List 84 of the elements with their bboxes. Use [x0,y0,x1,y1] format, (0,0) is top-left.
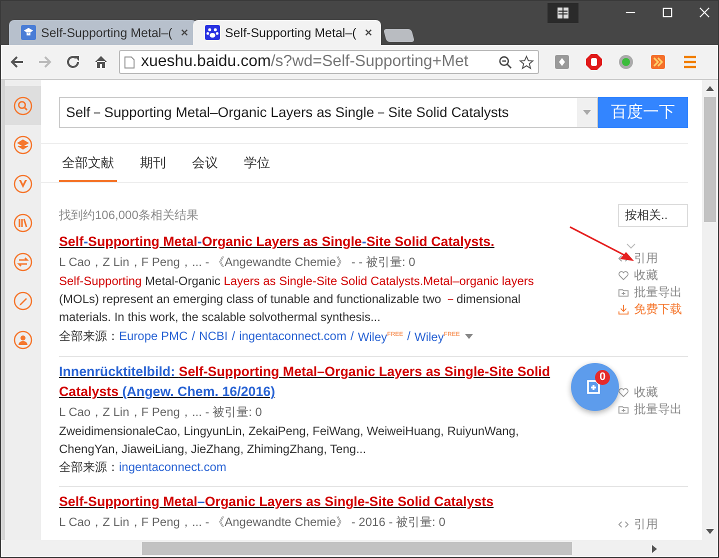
scroll-up-icon[interactable] [706,86,714,91]
download-icon [618,304,629,315]
folder-icon [618,404,629,415]
result-abstract: Self-Supporting Metal-Organic Layers as Single-Site Solid Catalysts.Metal–organic layers (MOLs) represent an emerging class of tunable and functionalizable two －dimensional materials. In this work, the scalable solvothermal synthesis... [59,273,535,326]
result-meta: L Cao，Z Lin，F Peng，... - 《Angewandte Chemie》 - - 被引量: 0 [59,254,416,271]
scroll-down-icon[interactable] [706,529,714,534]
source-link[interactable]: ingentaconnect.com [239,327,346,345]
horizontal-scrollbar[interactable] [1,540,718,557]
extension-icon[interactable] [553,53,571,71]
filter-tab[interactable]: 期刊 [137,154,169,182]
floating-add-button[interactable]: 0 [571,363,619,411]
status-dot-icon[interactable] [617,53,635,71]
count-badge: 0 [595,370,610,385]
close-icon[interactable] [364,28,373,37]
menu-icon[interactable] [681,53,699,71]
browser-tab[interactable]: Self-Supporting Metal–( [9,20,197,45]
extension-icon[interactable] [649,53,667,71]
books-icon [13,212,33,232]
source-separator: / [407,328,411,345]
pen-icon [13,290,33,310]
search-icon [13,96,33,116]
reload-icon[interactable] [65,54,81,70]
filter-tab[interactable]: 全部文献 [59,154,117,182]
sources-label: 全部来源： [59,459,119,476]
user-icon [13,330,33,350]
source-separator: / [350,328,354,345]
source-separator: / [192,328,196,345]
close-icon[interactable] [180,28,189,37]
forward-icon[interactable] [37,54,53,70]
filter-tab[interactable]: 学位 [241,154,273,182]
maximize-icon[interactable] [662,7,673,18]
stop-hand-icon[interactable] [585,53,603,71]
scholar-favicon-icon [21,25,36,40]
scrollbar-thumb[interactable] [704,97,716,222]
chevron-down-icon[interactable] [626,243,636,249]
v-letter-icon [13,174,33,194]
result-action[interactable]: 引用 [618,516,688,533]
result-title-link[interactable]: Self-Supporting Metal–Organic Layers as Single-Site Solid Catalysts [59,492,571,512]
result-action[interactable]: 收藏 [618,267,688,284]
result-meta: L Cao，Z Lin，F Peng，... - 《Angewandte Chemie》 - 2016 - 被引量: 0 [59,514,446,531]
page-icon [124,56,135,68]
heart-icon [618,387,629,398]
heart-icon [618,270,629,281]
result-action[interactable]: 引用 [618,250,688,267]
more-caret-icon[interactable] [464,334,473,338]
source-link[interactable]: NCBI [199,327,228,345]
code-brackets-icon [618,253,629,264]
swap-icon [13,252,33,272]
scrollbar-thumb[interactable] [142,542,572,555]
result-title-link[interactable]: Innenrücktitelbild: Self-Supporting Metal–Organic Layers as Single-Site Solid Catalysts (Angew. Chem. 16/2016) [59,362,571,402]
browser-tab[interactable]: Self-Supporting Metal–( [193,20,381,45]
result-abstract: ZweidimensionaleCao, LingyunLin, ZekaiPeng, FeiWang, WeiweiHuang, RuiyunWang, ChengYan, JiaweiLiang, JieZhang, ZhimingZhang, Teng... [59,423,520,458]
search-field[interactable]: Self－Supporting Metal–Organic Layers as Single－Site Solid Catalysts [59,97,598,128]
address-bar[interactable]: xueshu.baidu.com/s?wd=Self-Supporting+Met [119,50,539,74]
scroll-right-icon[interactable] [652,544,657,552]
source-link[interactable]: Wiley$^{FREE}$ [358,326,404,346]
zoom-icon[interactable] [498,54,513,70]
back-icon[interactable] [9,54,25,70]
result-action[interactable]: 批量导出 [618,284,688,301]
search-button[interactable]: 百度一下 [598,97,688,128]
sort-dropdown[interactable]: 按相关.. [618,204,688,227]
result-meta: L Cao，Z Lin，F Peng，... - 被引量: 0 [59,404,263,421]
source-separator: / [232,328,236,345]
filter-tab[interactable]: 会议 [189,154,221,182]
sidebar-item[interactable] [5,86,41,125]
home-icon[interactable] [93,54,109,70]
folder-icon [618,287,629,298]
vertical-scrollbar[interactable] [702,80,718,540]
paw-favicon-icon [205,25,220,40]
profile-icon[interactable] [546,3,580,23]
dropdown-caret-icon[interactable] [583,110,591,115]
layers-icon [13,134,33,154]
result-count: 找到约106,000条相关结果 [59,207,198,224]
star-icon[interactable] [519,54,534,70]
source-link[interactable]: Europe PMC [119,327,188,345]
sources-label: 全部来源： [59,328,119,345]
result-action[interactable]: 批量导出 [618,401,688,418]
source-link[interactable]: Wiley$^{FREE}$ [414,326,460,346]
code-brackets-icon [618,519,629,530]
result-action[interactable]: 免费下载 [618,301,688,318]
new-tab-button[interactable] [383,29,415,42]
result-title-link[interactable]: Self-Supporting Metal-Organic Layers as Single-Site Solid Catalysts. [59,232,571,252]
source-link[interactable]: ingentaconnect.com [119,458,226,476]
result-action[interactable]: 收藏 [618,384,688,401]
